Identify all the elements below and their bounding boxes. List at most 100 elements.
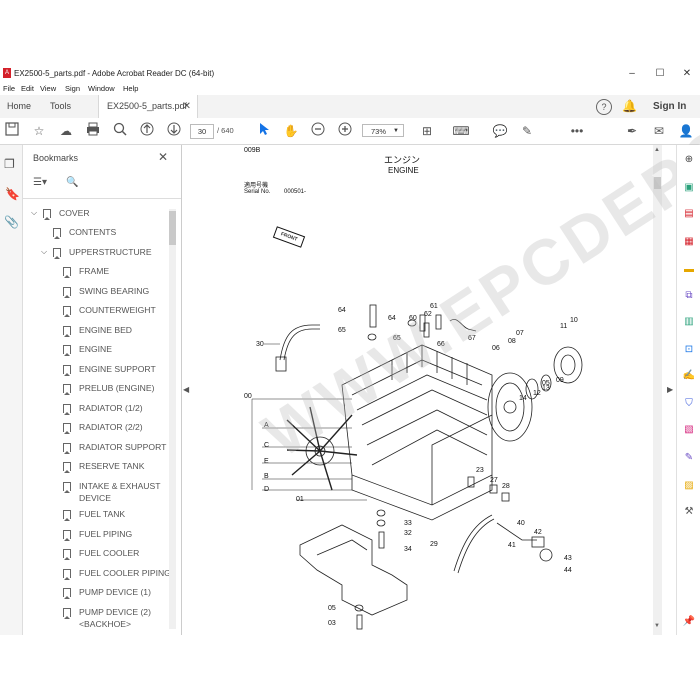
email-icon[interactable]: ✉ xyxy=(650,122,668,140)
sign-in-button[interactable]: Sign In xyxy=(653,95,686,118)
callout-C: C xyxy=(264,442,270,449)
fill-sign-icon[interactable]: ✒ xyxy=(623,122,641,140)
bookmark-icon xyxy=(43,209,51,220)
tab-tools[interactable]: Tools xyxy=(50,95,71,118)
fill-sign-tool-icon[interactable]: ✍ xyxy=(682,369,696,383)
scroll-down-icon[interactable]: ▼ xyxy=(654,623,660,629)
collapse-panel-icon[interactable]: ◀ xyxy=(183,385,189,394)
bookmark-icon xyxy=(63,549,71,560)
comment-icon[interactable]: 💬 xyxy=(491,122,509,140)
tab-home[interactable]: Home xyxy=(7,95,31,118)
bookmark-scrollbar[interactable] xyxy=(169,209,176,629)
zoom-level-dropdown[interactable]: 73% ▼ xyxy=(362,124,404,137)
chevron-down-icon: ▼ xyxy=(393,128,399,134)
callout-32: 32 xyxy=(404,530,412,537)
zoom-in-icon[interactable] xyxy=(336,122,354,140)
divider xyxy=(23,198,181,199)
compress-pdf-icon[interactable]: ⊡ xyxy=(682,343,696,357)
keyboard-icon[interactable]: ⌨ xyxy=(452,122,470,140)
window-title: EX2500-5_parts.pdf - Adobe Acrobat Reade… xyxy=(14,69,215,78)
acrobat-logo-icon: A xyxy=(3,68,11,78)
callout-01: 01 xyxy=(296,496,304,503)
bookmarks-panel-icon[interactable]: 🔖 xyxy=(5,187,20,201)
request-signature-icon[interactable]: ▧ xyxy=(682,423,696,437)
close-panel-icon[interactable]: ✕ xyxy=(158,150,168,164)
bookmarks-panel: Bookmarks ✕ ☰▾ 🔍 ⌵ COVER CONTENTS ⌵ UPPE… xyxy=(23,145,182,635)
tab-bar: Home Tools EX2500-5_parts.pdf ✕ ? 🔔 Sign… xyxy=(0,95,700,119)
menu-bar: File Edit View Sign Window Help xyxy=(0,83,700,95)
menu-help[interactable]: Help xyxy=(123,84,138,93)
stamp-icon[interactable]: ▨ xyxy=(682,479,696,493)
callout-43: 43 xyxy=(564,555,572,562)
menu-edit[interactable]: Edit xyxy=(21,84,34,93)
page-display-icon[interactable]: ⊞ xyxy=(418,122,436,140)
select-cursor-icon[interactable] xyxy=(255,122,273,140)
bookmark-icon xyxy=(63,267,71,278)
create-pdf-icon[interactable]: ▦ xyxy=(682,235,696,249)
more-tools-wrench-icon[interactable]: ⚒ xyxy=(682,505,696,519)
send-for-review-icon[interactable]: ✎ xyxy=(682,451,696,465)
callout-00: 00 xyxy=(244,393,252,400)
more-tools-icon[interactable]: ••• xyxy=(568,122,586,140)
organize-pages-icon[interactable]: ▥ xyxy=(682,315,696,329)
tab-document-label: EX2500-5_parts.pdf xyxy=(107,101,188,111)
upload-cloud-icon[interactable]: ☁ xyxy=(57,122,75,140)
save-icon[interactable] xyxy=(3,122,21,140)
expand-right-pane-icon[interactable]: ▶ xyxy=(667,385,673,394)
hand-tool-icon[interactable]: ✋ xyxy=(282,122,300,140)
next-page-icon[interactable] xyxy=(165,122,183,140)
menu-file[interactable]: File xyxy=(3,84,15,93)
notification-bell-icon[interactable]: 🔔 xyxy=(622,99,637,113)
bookmark-icon xyxy=(63,423,71,434)
bookmark-star-icon[interactable]: ☆ xyxy=(30,122,48,140)
zoom-out-icon[interactable] xyxy=(309,122,327,140)
bookmark-icon xyxy=(63,306,71,317)
menu-view[interactable]: View xyxy=(40,84,56,93)
menu-window[interactable]: Window xyxy=(88,84,115,93)
export-pdf-icon[interactable]: ▣ xyxy=(682,181,696,195)
close-window-button[interactable]: ✕ xyxy=(677,67,697,81)
bookmark-options-icon[interactable]: ☰▾ xyxy=(33,177,47,191)
page-thumbnails-icon[interactable]: ❐ xyxy=(4,157,15,171)
find-bookmark-icon[interactable]: 🔍 xyxy=(66,177,78,191)
callout-34: 34 xyxy=(404,546,412,553)
menu-sign[interactable]: Sign xyxy=(65,84,80,93)
pin-icon[interactable]: 📌 xyxy=(682,615,696,629)
attachments-icon[interactable]: 📎 xyxy=(4,215,19,229)
maximize-button[interactable]: ☐ xyxy=(650,67,670,81)
protect-icon[interactable]: ⛉ xyxy=(682,397,696,411)
bookmark-scroll-thumb[interactable] xyxy=(169,211,176,245)
right-tools-rail: ⊕ ▣ ▤ ▦ ▬ ⧉ ▥ ⊡ ✍ ⛉ ▧ ✎ ▨ ⚒ 📌 xyxy=(676,145,700,635)
callout-42: 42 xyxy=(534,529,542,536)
edit-pdf-icon[interactable]: ▤ xyxy=(682,207,696,221)
minimize-button[interactable]: – xyxy=(622,67,642,81)
page-number-input[interactable]: 30 xyxy=(190,124,214,139)
comment-tool-icon[interactable]: ▬ xyxy=(682,263,696,277)
help-icon[interactable]: ? xyxy=(596,99,612,115)
callout-65: 65 xyxy=(338,327,346,334)
bookmark-icon xyxy=(63,530,71,541)
callout-27: 27 xyxy=(490,477,498,484)
chevron-down-icon[interactable]: ⌵ xyxy=(31,208,37,218)
zoom-tool-icon[interactable]: ⊕ xyxy=(682,153,696,167)
previous-page-icon[interactable] xyxy=(138,122,156,140)
title-bar: A EX2500-5_parts.pdf - Adobe Acrobat Rea… xyxy=(0,65,700,83)
tab-document[interactable]: EX2500-5_parts.pdf ✕ xyxy=(98,95,198,118)
callout-23: 23 xyxy=(476,467,484,474)
zoom-level-value: 73% xyxy=(371,127,387,136)
print-icon[interactable] xyxy=(84,122,102,140)
highlight-pen-icon[interactable]: ✎ xyxy=(518,122,536,140)
close-tab-icon[interactable]: ✕ xyxy=(183,95,191,118)
callout-33: 33 xyxy=(404,520,412,527)
bookmark-icon xyxy=(53,228,61,239)
callout-11: 11 xyxy=(560,323,568,330)
zoom-search-icon[interactable] xyxy=(111,122,129,140)
chevron-down-icon[interactable]: ⌵ xyxy=(41,247,47,257)
callout-07: 07 xyxy=(516,330,524,337)
callout-09: 09 xyxy=(556,377,564,384)
callout-64: 64 xyxy=(338,307,346,314)
callout-30: 30 xyxy=(256,341,264,348)
callout-14: 14 xyxy=(519,395,527,402)
callout-03: 03 xyxy=(328,620,336,627)
combine-files-icon[interactable]: ⧉ xyxy=(682,289,696,303)
